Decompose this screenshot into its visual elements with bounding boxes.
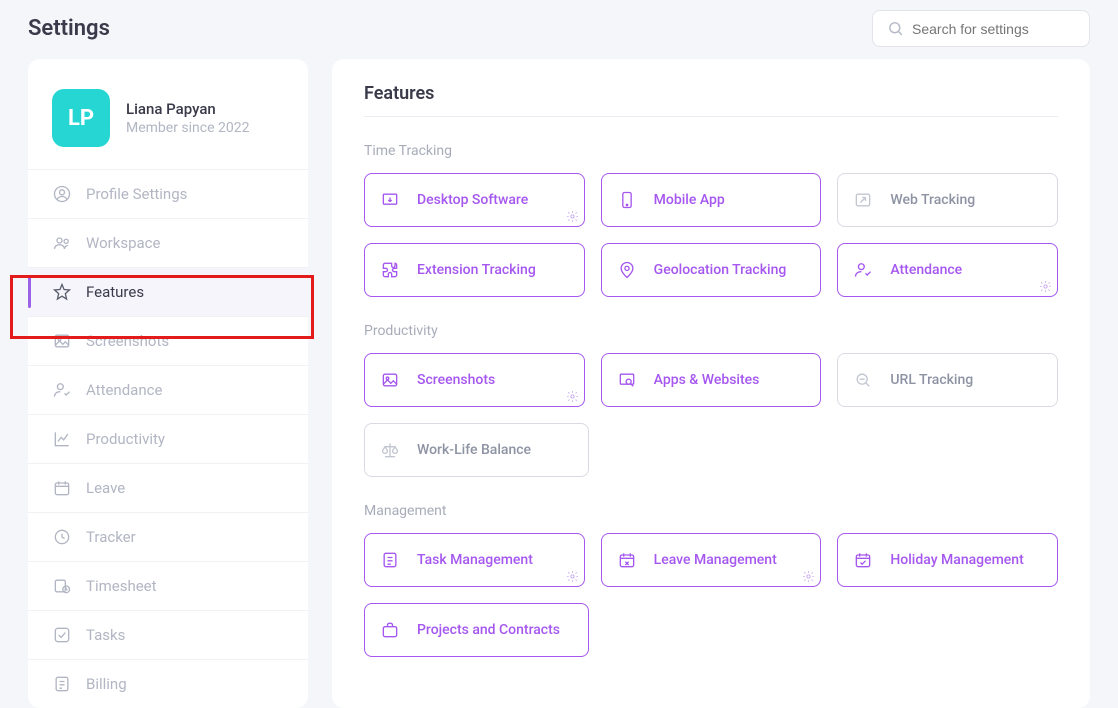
sidebar-item-label: Timesheet <box>86 577 157 595</box>
feature-card-apps-websites[interactable]: Apps & Websites <box>601 353 822 407</box>
gear-icon <box>566 570 579 583</box>
card-label: Apps & Websites <box>654 372 760 388</box>
location-icon <box>616 259 638 281</box>
clock-icon <box>50 527 74 547</box>
chart-line-icon <box>50 429 74 449</box>
briefcase-icon <box>379 619 401 641</box>
profile-since: Member since 2022 <box>126 120 249 136</box>
card-label: Geolocation Tracking <box>654 262 787 278</box>
star-icon <box>50 282 74 302</box>
sidebar-item-attendance[interactable]: Attendance <box>28 365 308 414</box>
sidebar-item-label: Features <box>86 283 144 301</box>
sidebar-item-label: Workspace <box>86 234 160 252</box>
card-label: URL Tracking <box>890 372 973 388</box>
gear-icon <box>1039 280 1052 293</box>
card-label: Desktop Software <box>417 192 528 208</box>
sidebar-item-label: Tasks <box>86 626 125 644</box>
sidebar-item-label: Tracker <box>86 528 136 546</box>
sidebar-item-workspace[interactable]: Workspace <box>28 218 308 267</box>
feature-card-web-tracking: Web Tracking <box>837 173 1058 227</box>
users-icon <box>50 233 74 253</box>
card-label: Projects and Contracts <box>417 622 560 638</box>
card-label: Holiday Management <box>890 552 1023 568</box>
sidebar-item-profile-settings[interactable]: Profile Settings <box>28 169 308 218</box>
feature-card-holiday-management[interactable]: Holiday Management <box>837 533 1058 587</box>
sidebar-item-screenshots[interactable]: Screenshots <box>28 316 308 365</box>
section-label-management: Management <box>364 503 1058 519</box>
gear-icon <box>802 570 815 583</box>
scales-icon <box>379 439 401 461</box>
sidebar-item-tasks[interactable]: Tasks <box>28 610 308 659</box>
feature-card-work-life-balance: Work-Life Balance <box>364 423 589 477</box>
sidebar-item-billing[interactable]: Billing <box>28 659 308 708</box>
main-panel: Features Time Tracking Desktop Software … <box>332 59 1090 708</box>
user-check-icon <box>50 380 74 400</box>
image-icon <box>50 331 74 351</box>
calendar-x-icon <box>616 549 638 571</box>
sidebar-item-label: Attendance <box>86 381 162 399</box>
feature-card-extension-tracking[interactable]: Extension Tracking <box>364 243 585 297</box>
avatar: LP <box>52 89 110 147</box>
section-label-time-tracking: Time Tracking <box>364 143 1058 159</box>
sidebar-item-leave[interactable]: Leave <box>28 463 308 512</box>
gear-icon <box>566 390 579 403</box>
url-search-icon <box>852 369 874 391</box>
apps-search-icon <box>616 369 638 391</box>
sidebar-item-label: Billing <box>86 675 127 693</box>
card-label: Work-Life Balance <box>417 442 531 458</box>
card-label: Task Management <box>417 552 533 568</box>
sidebar-item-productivity[interactable]: Productivity <box>28 414 308 463</box>
mobile-icon <box>616 189 638 211</box>
user-check-icon <box>852 259 874 281</box>
timesheet-icon <box>50 576 74 596</box>
feature-card-url-tracking: URL Tracking <box>837 353 1058 407</box>
sidebar-item-label: Profile Settings <box>86 185 187 203</box>
task-list-icon <box>379 549 401 571</box>
card-label: Attendance <box>890 262 962 278</box>
gear-icon <box>566 210 579 223</box>
search-box[interactable] <box>872 10 1090 47</box>
feature-card-mobile-app[interactable]: Mobile App <box>601 173 822 227</box>
feature-card-desktop-software[interactable]: Desktop Software <box>364 173 585 227</box>
feature-card-task-management[interactable]: Task Management <box>364 533 585 587</box>
sidebar-item-timesheet[interactable]: Timesheet <box>28 561 308 610</box>
profile-block: LP Liana Papyan Member since 2022 <box>28 79 308 169</box>
feature-card-screenshots[interactable]: Screenshots <box>364 353 585 407</box>
receipt-icon <box>50 674 74 694</box>
calendar-icon <box>50 478 74 498</box>
calendar-check-icon <box>852 549 874 571</box>
sidebar-item-label: Screenshots <box>86 332 169 350</box>
sidebar-item-label: Productivity <box>86 430 165 448</box>
desktop-download-icon <box>379 189 401 211</box>
sidebar-item-label: Leave <box>86 479 125 497</box>
feature-card-projects-contracts[interactable]: Projects and Contracts <box>364 603 589 657</box>
user-circle-icon <box>50 184 74 204</box>
section-label-productivity: Productivity <box>364 323 1058 339</box>
card-label: Mobile App <box>654 192 725 208</box>
sidebar-item-tracker[interactable]: Tracker <box>28 512 308 561</box>
search-input[interactable] <box>912 21 1075 37</box>
profile-name: Liana Papyan <box>126 100 249 118</box>
search-icon <box>887 20 912 37</box>
card-label: Extension Tracking <box>417 262 536 278</box>
sidebar-item-features[interactable]: Features <box>28 267 308 316</box>
checkbox-icon <box>50 625 74 645</box>
web-arrow-icon <box>852 189 874 211</box>
sidebar: LP Liana Papyan Member since 2022 Profil… <box>28 59 308 708</box>
card-label: Leave Management <box>654 552 777 568</box>
feature-card-leave-management[interactable]: Leave Management <box>601 533 822 587</box>
page-title: Settings <box>28 16 110 41</box>
puzzle-icon <box>379 259 401 281</box>
card-label: Screenshots <box>417 372 495 388</box>
card-label: Web Tracking <box>890 192 975 208</box>
feature-card-attendance[interactable]: Attendance <box>837 243 1058 297</box>
feature-card-geolocation-tracking[interactable]: Geolocation Tracking <box>601 243 822 297</box>
image-icon <box>379 369 401 391</box>
main-title: Features <box>364 83 1058 117</box>
